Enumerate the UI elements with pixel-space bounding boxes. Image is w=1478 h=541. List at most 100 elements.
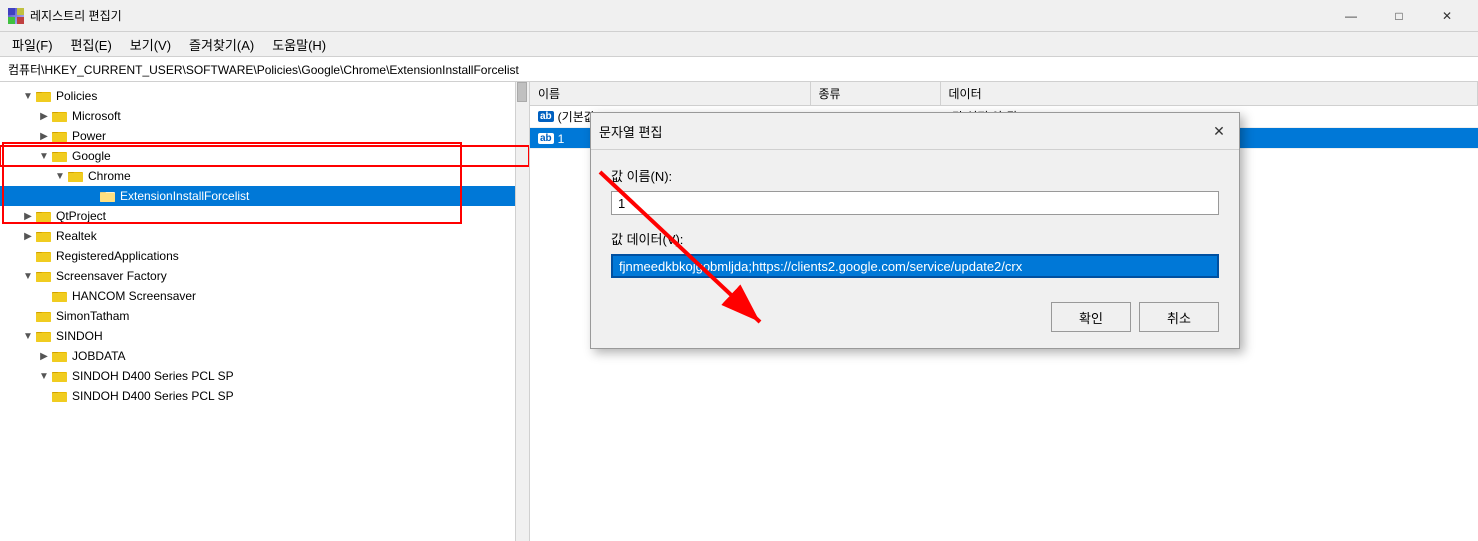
reg-name-1: 1 [558,132,565,146]
folder-icon-sindohd400b [52,388,68,404]
tree-label-jobdata: JOBDATA [72,349,126,363]
expand-arrow-sindohd400[interactable]: ▼ [36,368,52,384]
tree-label-sindohd400: SINDOH D400 Series PCL SP [72,369,234,383]
tree-label-sindoh: SINDOH [56,329,103,343]
tree-label-screensaver: Screensaver Factory [56,269,167,283]
folder-icon-sindoh [36,328,52,344]
expand-arrow-screensaver[interactable]: ▼ [20,268,36,284]
dialog-close-button[interactable]: ✕ [1207,119,1231,143]
menu-edit[interactable]: 편집(E) [63,33,120,56]
dialog-buttons: 확인 취소 [611,302,1219,332]
folder-icon-extension [100,188,116,204]
app-icon [8,8,24,24]
tree-label-power: Power [72,129,106,143]
tree-label-simontatham: SimonTatham [56,309,129,323]
col-header-data[interactable]: 데이터 [940,82,1478,106]
folder-icon-power [52,128,68,144]
tree-label-microsoft: Microsoft [72,109,121,123]
expand-arrow-hancom[interactable] [36,288,52,304]
expand-arrow-policies[interactable]: ▼ [20,88,36,104]
maximize-button[interactable]: □ [1376,4,1422,28]
title-bar: 레지스트리 편집기 — □ ✕ [0,0,1478,32]
tree-label-realtek: Realtek [56,229,97,243]
folder-icon-qtproject [36,208,52,224]
menu-bar: 파일(F) 편집(E) 보기(V) 즐겨찾기(A) 도움말(H) [0,32,1478,56]
value-name-label: 값 이름(N): [611,166,1219,185]
tree-item-realtek[interactable]: ▶ Realtek [0,226,529,246]
expand-arrow-google[interactable]: ▼ [36,148,52,164]
title-bar-controls: — □ ✕ [1328,4,1470,28]
tree-item-registeredapplications[interactable]: RegisteredApplications [0,246,529,266]
tree-item-simontatham[interactable]: SimonTatham [0,306,529,326]
tree-item-jobdata[interactable]: ▶ JOBDATA [0,346,529,366]
folder-icon-sindohd400 [52,368,68,384]
menu-favorites[interactable]: 즐겨찾기(A) [181,33,262,56]
folder-icon-microsoft [52,108,68,124]
window-title: 레지스트리 편집기 [30,7,122,24]
expand-arrow-registeredapps[interactable] [20,248,36,264]
expand-arrow-qtproject[interactable]: ▶ [20,208,36,224]
tree-label-extension: ExtensionInstallForcelist [120,189,249,203]
tree-item-hancom[interactable]: HANCOM Screensaver [0,286,529,306]
expand-arrow-power[interactable]: ▶ [36,128,52,144]
address-path: 컴퓨터\HKEY_CURRENT_USER\SOFTWARE\Policies\… [8,61,519,78]
ab-icon-default: ab [538,111,554,122]
tree-item-google[interactable]: ▼ Google [0,146,529,166]
dialog-title: 문자열 편집 [599,122,662,141]
tree-item-sindohd400[interactable]: ▼ SINDOH D400 Series PCL SP [0,366,529,386]
tree-item-microsoft[interactable]: ▶ Microsoft [0,106,529,126]
expand-arrow-sindohd400b[interactable] [36,388,52,404]
close-button[interactable]: ✕ [1424,4,1470,28]
folder-icon-simontatham [36,308,52,324]
folder-icon-jobdata [52,348,68,364]
value-name-input[interactable] [611,191,1219,215]
menu-help[interactable]: 도움말(H) [264,33,334,56]
menu-view[interactable]: 보기(V) [122,33,179,56]
tree-item-screensaverfactory[interactable]: ▼ Screensaver Factory [0,266,529,286]
tree-label-google: Google [72,149,111,163]
tree-item-sindohd400b[interactable]: SINDOH D400 Series PCL SP [0,386,529,406]
expand-arrow-realtek[interactable]: ▶ [20,228,36,244]
tree-item-extensioninstallforcelist[interactable]: ExtensionInstallForcelist [0,186,529,206]
expand-arrow-microsoft[interactable]: ▶ [36,108,52,124]
tree-label-policies: Policies [56,89,97,103]
tree-item-qtproject[interactable]: ▶ QtProject [0,206,529,226]
tree-item-policies[interactable]: ▼ Policies [0,86,529,106]
cancel-button[interactable]: 취소 [1139,302,1219,332]
dialog-body: 값 이름(N): 값 데이터(V): 확인 취소 [591,150,1239,348]
folder-icon-hancom [52,288,68,304]
folder-icon-realtek [36,228,52,244]
col-header-name[interactable]: 이름 [530,82,810,106]
expand-arrow-simontatham[interactable] [20,308,36,324]
expand-arrow-jobdata[interactable]: ▶ [36,348,52,364]
tree-label-chrome: Chrome [88,169,131,183]
tree-label-hancom: HANCOM Screensaver [72,289,196,303]
tree-panel[interactable]: ▼ Policies ▶ Microsoft ▶ [0,82,530,541]
folder-icon-chrome [68,168,84,184]
ok-button[interactable]: 확인 [1051,302,1131,332]
col-header-type[interactable]: 종류 [810,82,940,106]
folder-icon-registeredapps [36,248,52,264]
tree-label-sindohd400b: SINDOH D400 Series PCL SP [72,389,234,403]
tree-item-chrome[interactable]: ▼ Chrome [0,166,529,186]
ab-icon-1: ab [538,133,554,144]
value-data-input[interactable] [611,254,1219,278]
tree-item-sindoh[interactable]: ▼ SINDOH [0,326,529,346]
reg-icon-1: ab 1 [538,132,564,146]
dialog-title-bar: 문자열 편집 ✕ [591,113,1239,150]
title-bar-left: 레지스트리 편집기 [8,7,122,24]
folder-icon-screensaver [36,268,52,284]
right-panel: 이름 종류 데이터 ab (기본값) REG_SZ (값 설정 안 됨) [530,82,1478,541]
address-bar: 컴퓨터\HKEY_CURRENT_USER\SOFTWARE\Policies\… [0,56,1478,82]
menu-file[interactable]: 파일(F) [4,33,61,56]
minimize-button[interactable]: — [1328,4,1374,28]
expand-arrow-chrome[interactable]: ▼ [52,168,68,184]
main-content: ▼ Policies ▶ Microsoft ▶ [0,82,1478,541]
tree-label-qtproject: QtProject [56,209,106,223]
expand-arrow-sindoh[interactable]: ▼ [20,328,36,344]
expand-arrow-extension[interactable] [84,188,100,204]
tree-item-power[interactable]: ▶ Power [0,126,529,146]
value-data-label: 값 데이터(V): [611,229,1219,248]
folder-icon-google [52,148,68,164]
string-edit-dialog[interactable]: 문자열 편집 ✕ 값 이름(N): 값 데이터(V): 확인 취소 [590,112,1240,349]
